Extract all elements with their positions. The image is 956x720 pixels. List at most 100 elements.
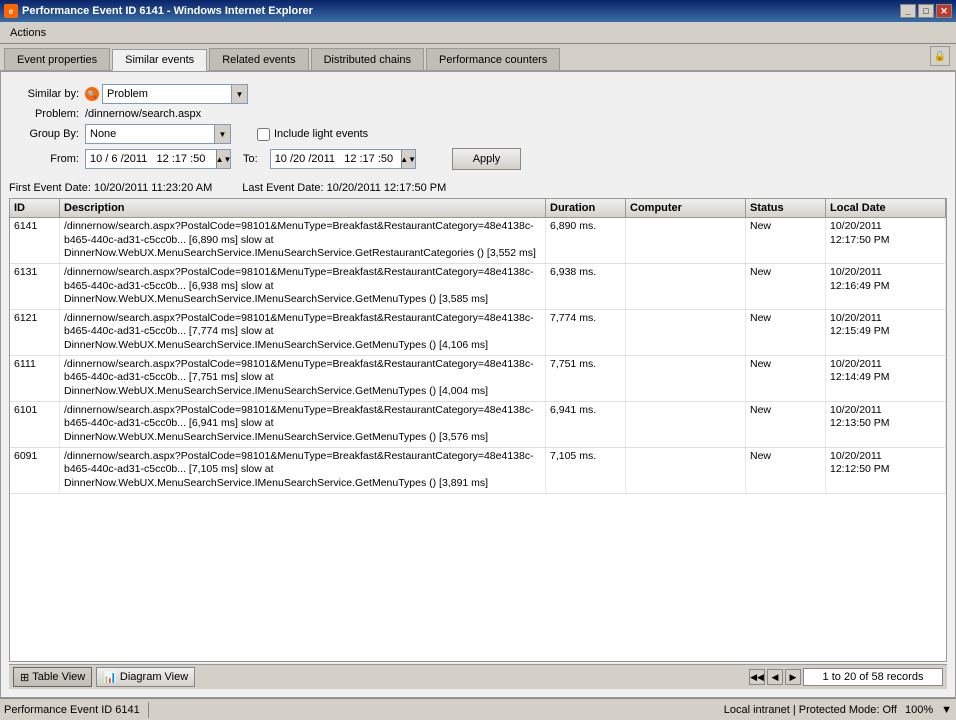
include-light-events-label: Include light events <box>274 128 368 140</box>
similar-by-combo[interactable]: Problem <box>102 84 232 104</box>
bottom-bar: ⊞ Table View 📊 Diagram View ◀◀ ◀ ▶ 1 to … <box>9 664 947 689</box>
maximize-button[interactable]: □ <box>918 4 934 18</box>
close-button[interactable]: ✕ <box>936 4 952 18</box>
cell-status: New <box>746 310 826 355</box>
cell-id: 6101 <box>10 402 60 447</box>
problem-value: /dinnernow/search.aspx <box>85 108 201 120</box>
tab-event-properties[interactable]: Event properties <box>4 48 110 70</box>
pager: ◀◀ ◀ ▶ 1 to 20 of 58 records <box>749 668 943 686</box>
cell-local-date: 10/20/201112:17:50 PM <box>826 218 946 263</box>
to-datetime-input[interactable] <box>271 152 401 166</box>
cell-duration: 6,890 ms. <box>546 218 626 263</box>
tab-performance-counters[interactable]: Performance counters <box>426 48 560 70</box>
to-datetime[interactable]: ▲▼ <box>270 149 416 169</box>
col-status[interactable]: Status <box>746 199 826 217</box>
col-description[interactable]: Description <box>60 199 546 217</box>
cell-duration: 6,941 ms. <box>546 402 626 447</box>
cell-computer <box>626 264 746 309</box>
table-row[interactable]: 6091 /dinnernow/search.aspx?PostalCode=9… <box>10 448 946 494</box>
zoom-dropdown[interactable]: ▼ <box>941 704 952 716</box>
apply-button[interactable]: Apply <box>452 148 522 170</box>
from-datetime-picker[interactable]: ▲▼ <box>216 150 230 168</box>
table-body[interactable]: 6141 /dinnernow/search.aspx?PostalCode=9… <box>10 218 946 661</box>
cell-duration: 7,751 ms. <box>546 356 626 401</box>
status-bar: Performance Event ID 6141 Local intranet… <box>0 698 956 720</box>
main-window: Event properties Similar events Related … <box>0 44 956 698</box>
table-row[interactable]: 6131 /dinnernow/search.aspx?PostalCode=9… <box>10 264 946 310</box>
form-area: Similar by: 🔍 Problem ▼ Problem: /dinner… <box>9 80 947 178</box>
tab-distributed-chains[interactable]: Distributed chains <box>311 48 424 70</box>
cell-local-date: 10/20/201112:16:49 PM <box>826 264 946 309</box>
cell-status: New <box>746 402 826 447</box>
cell-status: New <box>746 448 826 493</box>
cell-computer <box>626 218 746 263</box>
pager-first-button[interactable]: ◀◀ <box>749 669 765 685</box>
table-header: ID Description Duration Computer Status … <box>10 199 946 218</box>
col-duration[interactable]: Duration <box>546 199 626 217</box>
tab-settings-icon[interactable]: 🔒 <box>930 46 950 66</box>
minimize-button[interactable]: _ <box>900 4 916 18</box>
cell-duration: 7,774 ms. <box>546 310 626 355</box>
cell-description: /dinnernow/search.aspx?PostalCode=98101&… <box>60 218 546 263</box>
table-row[interactable]: 6101 /dinnernow/search.aspx?PostalCode=9… <box>10 402 946 448</box>
problem-row: Problem: /dinnernow/search.aspx <box>9 108 947 120</box>
diagram-view-icon: 📊 <box>103 671 117 684</box>
cell-status: New <box>746 218 826 263</box>
diagram-view-button[interactable]: 📊 Diagram View <box>96 667 195 687</box>
table-row[interactable]: 6121 /dinnernow/search.aspx?PostalCode=9… <box>10 310 946 356</box>
tab-related-events[interactable]: Related events <box>209 48 308 70</box>
pager-prev-button[interactable]: ◀ <box>767 669 783 685</box>
cell-duration: 7,105 ms. <box>546 448 626 493</box>
cell-id: 6111 <box>10 356 60 401</box>
cell-local-date: 10/20/201112:14:49 PM <box>826 356 946 401</box>
cell-description: /dinnernow/search.aspx?PostalCode=98101&… <box>60 356 546 401</box>
from-label: From: <box>9 153 79 165</box>
group-by-label: Group By: <box>9 128 79 140</box>
tab-similar-events[interactable]: Similar events <box>112 49 207 71</box>
pager-info: 1 to 20 of 58 records <box>803 668 943 686</box>
info-row: First Event Date: 10/20/2011 11:23:20 AM… <box>9 182 947 194</box>
cell-computer <box>626 448 746 493</box>
cell-description: /dinnernow/search.aspx?PostalCode=98101&… <box>60 448 546 493</box>
content-area: Similar by: 🔍 Problem ▼ Problem: /dinner… <box>0 72 956 698</box>
from-datetime[interactable]: ▲▼ <box>85 149 231 169</box>
last-event-info: Last Event Date: 10/20/2011 12:17:50 PM <box>242 182 446 194</box>
menu-bar: Actions <box>0 22 956 44</box>
search-icon: 🔍 <box>85 87 99 101</box>
table-view-icon: ⊞ <box>20 671 29 684</box>
table-row[interactable]: 6141 /dinnernow/search.aspx?PostalCode=9… <box>10 218 946 264</box>
cell-id: 6131 <box>10 264 60 309</box>
cell-local-date: 10/20/201112:12:50 PM <box>826 448 946 493</box>
cell-duration: 6,938 ms. <box>546 264 626 309</box>
title-bar: e Performance Event ID 6141 - Windows In… <box>0 0 956 22</box>
title-bar-controls[interactable]: _ □ ✕ <box>900 4 952 18</box>
similar-by-dropdown-arrow[interactable]: ▼ <box>232 84 248 104</box>
cell-computer <box>626 356 746 401</box>
table-row[interactable]: 6111 /dinnernow/search.aspx?PostalCode=9… <box>10 356 946 402</box>
cell-id: 6141 <box>10 218 60 263</box>
group-by-combo[interactable]: None <box>85 124 215 144</box>
include-light-events-checkbox[interactable] <box>257 128 270 141</box>
cell-computer <box>626 402 746 447</box>
to-datetime-picker[interactable]: ▲▼ <box>401 150 415 168</box>
data-table: ID Description Duration Computer Status … <box>9 198 947 662</box>
similar-by-row: Similar by: 🔍 Problem ▼ <box>9 84 947 104</box>
similar-by-label: Similar by: <box>9 88 79 100</box>
cell-description: /dinnernow/search.aspx?PostalCode=98101&… <box>60 264 546 309</box>
cell-id: 6091 <box>10 448 60 493</box>
from-datetime-input[interactable] <box>86 152 216 166</box>
group-by-dropdown-arrow[interactable]: ▼ <box>215 124 231 144</box>
cell-local-date: 10/20/201112:15:49 PM <box>826 310 946 355</box>
actions-menu[interactable]: Actions <box>4 25 52 41</box>
col-id[interactable]: ID <box>10 199 60 217</box>
col-local-date[interactable]: Local Date <box>826 199 946 217</box>
first-event-info: First Event Date: 10/20/2011 11:23:20 AM <box>9 182 212 194</box>
cell-description: /dinnernow/search.aspx?PostalCode=98101&… <box>60 402 546 447</box>
col-computer[interactable]: Computer <box>626 199 746 217</box>
status-right: Local intranet | Protected Mode: Off 100… <box>724 704 952 716</box>
pager-next-button[interactable]: ▶ <box>785 669 801 685</box>
tab-bar: Event properties Similar events Related … <box>0 44 956 72</box>
cell-computer <box>626 310 746 355</box>
table-view-button[interactable]: ⊞ Table View <box>13 667 92 687</box>
to-label: To: <box>243 153 258 165</box>
